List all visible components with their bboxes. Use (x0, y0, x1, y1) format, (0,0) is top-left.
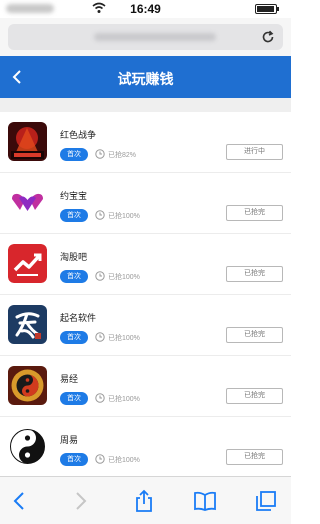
browser-toolbar (0, 476, 291, 524)
reload-icon[interactable] (261, 30, 275, 44)
progress-text: 已抢100% (108, 335, 140, 342)
app-name: 约宝宝 (60, 191, 88, 201)
first-badge: 首次 (60, 331, 88, 344)
progress-text: 已抢100% (108, 213, 140, 220)
list-item[interactable]: 易经 首次 已抢100% 已抢完 (0, 356, 291, 417)
clock-icon (95, 210, 105, 220)
red-war-icon (8, 122, 47, 161)
clock-icon (95, 393, 105, 403)
app-name: 周易 (60, 435, 79, 445)
action-button[interactable]: 已抢完 (226, 449, 283, 465)
list-item[interactable]: 周易 首次 已抢100% 已抢完 (0, 417, 291, 476)
bookmarks-icon[interactable] (193, 489, 217, 513)
tabs-icon[interactable] (254, 489, 278, 513)
action-button[interactable]: 已抢完 (226, 327, 283, 343)
list-item[interactable]: 起名软件 首次 已抢100% 已抢完 (0, 295, 291, 356)
progress-text: 已抢100% (108, 274, 140, 281)
action-button[interactable]: 进行中 (226, 144, 283, 160)
app-name: 起名软件 (60, 313, 97, 323)
taiji-icon (8, 366, 47, 405)
clock-icon (95, 149, 105, 159)
app-name: 红色战争 (60, 130, 97, 140)
progress-text: 已抢100% (108, 396, 140, 403)
app-name: 易经 (60, 374, 79, 384)
first-badge: 首次 (60, 148, 88, 161)
first-badge: 首次 (60, 209, 88, 222)
section-divider (0, 98, 291, 112)
list-item[interactable]: 红色战争 首次 已抢82% 进行中 (0, 112, 291, 173)
first-badge: 首次 (60, 392, 88, 405)
browser-address-area (0, 18, 291, 56)
back-arrow-icon[interactable] (8, 489, 32, 513)
app-list: 红色战争 首次 已抢82% 进行中 约宝宝 首次 已抢100% 已抢完 淘股吧 … (0, 112, 291, 476)
nav-header: 试玩赚钱 (0, 56, 291, 98)
status-time: 16:49 (130, 2, 161, 16)
action-button[interactable]: 已抢完 (226, 266, 283, 282)
first-badge: 首次 (60, 270, 88, 283)
hearts-icon (8, 183, 47, 222)
action-button[interactable]: 已抢完 (226, 205, 283, 221)
clock-icon (95, 454, 105, 464)
yin-yang-icon (8, 427, 47, 466)
progress-text: 已抢82% (108, 152, 137, 159)
app-name: 淘股吧 (60, 252, 88, 262)
clock-icon (95, 332, 105, 342)
first-badge: 首次 (60, 453, 88, 466)
stock-chart-icon (8, 244, 47, 283)
address-bar[interactable] (8, 24, 283, 50)
list-item[interactable]: 约宝宝 首次 已抢100% 已抢完 (0, 173, 291, 234)
calligraphy-icon (8, 305, 47, 344)
url-redacted (94, 33, 216, 41)
list-item[interactable]: 淘股吧 首次 已抢100% 已抢完 (0, 234, 291, 295)
progress-text: 已抢100% (108, 457, 140, 464)
clock-icon (95, 271, 105, 281)
action-button[interactable]: 已抢完 (226, 388, 283, 404)
battery-icon (255, 4, 279, 14)
forward-arrow-icon[interactable] (68, 489, 92, 513)
share-icon[interactable] (132, 489, 156, 513)
status-bar: 16:49 (0, 0, 291, 18)
page-title: 试玩赚钱 (117, 71, 174, 87)
